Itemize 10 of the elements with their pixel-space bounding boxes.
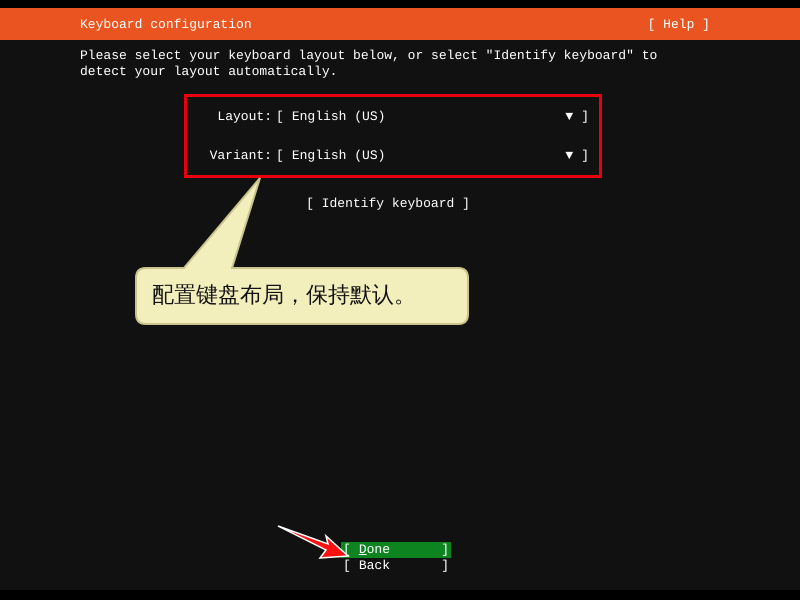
menu-button[interactable]: [ Back ]: [341, 558, 451, 574]
callout-text: 配置键盘布局，保持默认。: [152, 282, 416, 310]
help-link[interactable]: [ Help ]: [648, 16, 710, 32]
dropdown[interactable]: [ English (US) ▼ ]: [276, 148, 589, 163]
dropdown[interactable]: [ English (US) ▼ ]: [276, 109, 589, 124]
identify-keyboard-button[interactable]: [ Identify keyboard ]: [306, 196, 470, 211]
field-label: Variant:: [208, 148, 273, 163]
field-label: Layout:: [216, 109, 273, 124]
instructions-text: Please select your keyboard layout below, or select "Identify keyboard" to detect your layout automatically.: [80, 48, 658, 80]
screen-title: Keyboard configuration: [80, 16, 252, 32]
